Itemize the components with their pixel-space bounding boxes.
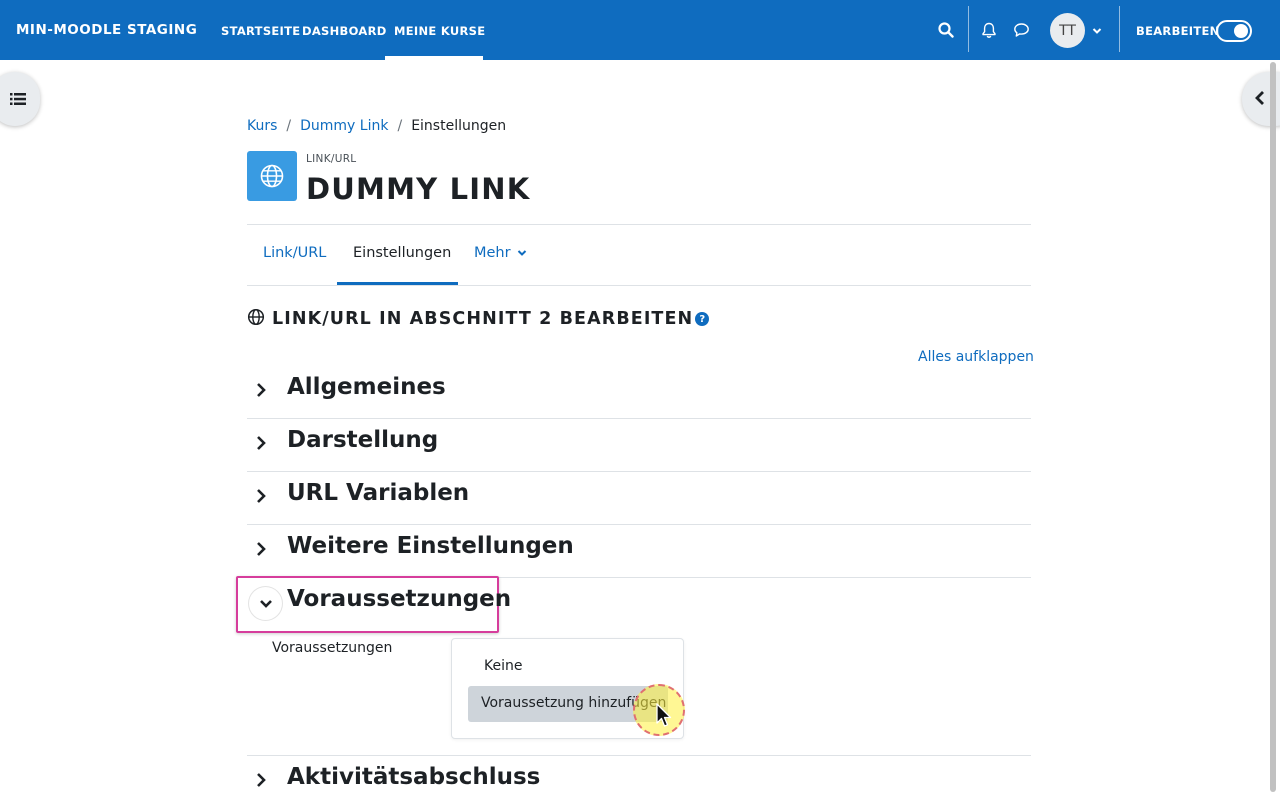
nav-item-startseite[interactable]: STARTSEITE [221,24,300,38]
section-label: Allgemeines [287,374,446,400]
section-label: Aktivitätsabschluss [287,764,541,790]
breadcrumb-separator: / [397,118,403,134]
globe-icon [260,164,284,188]
page-title: DUMMY LINK [306,172,531,206]
chevron-left-icon [1253,90,1267,110]
chevron-right-icon [255,771,267,793]
section-weitere-einstellungen[interactable]: Weitere Einstellungen [247,524,1031,577]
site-brand[interactable]: MIN-MOODLE STAGING [16,22,197,38]
help-icon[interactable]: ? [695,312,710,326]
breadcrumb-current: Einstellungen [411,118,507,134]
breadcrumb: Kurs / Dummy Link / Einstellungen [247,118,506,134]
section-label: URL Variablen [287,480,470,506]
top-navbar: MIN-MOODLE STAGING STARTSEITE DASHBOARD … [0,0,1280,60]
nav-separator [1119,6,1120,52]
edit-mode-label: BEARBEITEN [1136,24,1220,38]
tab-link-url[interactable]: Link/URL [263,245,326,261]
section-label: Voraussetzungen [287,586,512,612]
section-darstellung[interactable]: Darstellung [247,418,1031,471]
chevron-right-icon [255,487,267,509]
nav-item-meine-kurse[interactable]: MEINE KURSE [394,24,485,38]
chevron-down-icon [517,250,527,256]
globe-icon [247,308,265,330]
section-url-variablen[interactable]: URL Variablen [247,471,1031,524]
chevron-right-icon [255,381,267,403]
tab-mehr-label: Mehr [474,245,511,261]
cursor-icon [655,703,673,733]
option-keine[interactable]: Keine [484,658,522,674]
section-label: Darstellung [287,427,439,453]
scrollbar[interactable] [1270,62,1276,792]
tab-einstellungen[interactable]: Einstellungen [353,245,451,261]
section-aktivitaetsabschluss[interactable]: Aktivitätsabschluss [247,755,1031,800]
section-voraussetzungen[interactable]: Voraussetzungen [287,577,511,630]
list-icon [10,91,26,110]
activity-icon [247,151,297,201]
nav-separator [968,6,969,52]
section-collapse-toggle[interactable] [249,587,282,620]
secondary-nav-divider [247,224,1031,225]
breadcrumb-link-dummy-link[interactable]: Dummy Link [300,118,388,134]
activity-type-label: LINK/URL [306,153,357,165]
nav-item-dashboard[interactable]: DASHBOARD [302,24,387,38]
breadcrumb-link-kurs[interactable]: Kurs [247,118,277,134]
edit-mode-toggle[interactable] [1216,20,1252,42]
chevron-down-icon[interactable] [1091,23,1103,37]
expand-all-link[interactable]: Alles aufklappen [918,349,1034,365]
chevron-right-icon [255,540,267,562]
search-icon[interactable] [936,20,956,40]
section-label: Weitere Einstellungen [287,533,574,559]
chat-icon[interactable] [1011,20,1031,40]
course-index-toggle[interactable] [0,72,40,126]
breadcrumb-separator: / [286,118,292,134]
avatar[interactable]: TT [1050,13,1085,48]
tab-mehr[interactable]: Mehr [474,245,527,261]
form-heading: LINK/URL IN ABSCHNITT 2 BEARBEITEN ? [247,308,710,330]
secondary-nav-divider [247,285,1031,286]
chevron-right-icon [255,434,267,456]
bell-icon[interactable] [979,20,999,40]
section-allgemeines[interactable]: Allgemeines [247,365,1031,418]
toggle-knob [1234,24,1248,38]
restrictions-field-label: Voraussetzungen [272,640,393,656]
form-heading-text: LINK/URL IN ABSCHNITT 2 BEARBEITEN [272,309,694,329]
chevron-down-icon [259,599,272,608]
nav-active-indicator [385,56,483,60]
